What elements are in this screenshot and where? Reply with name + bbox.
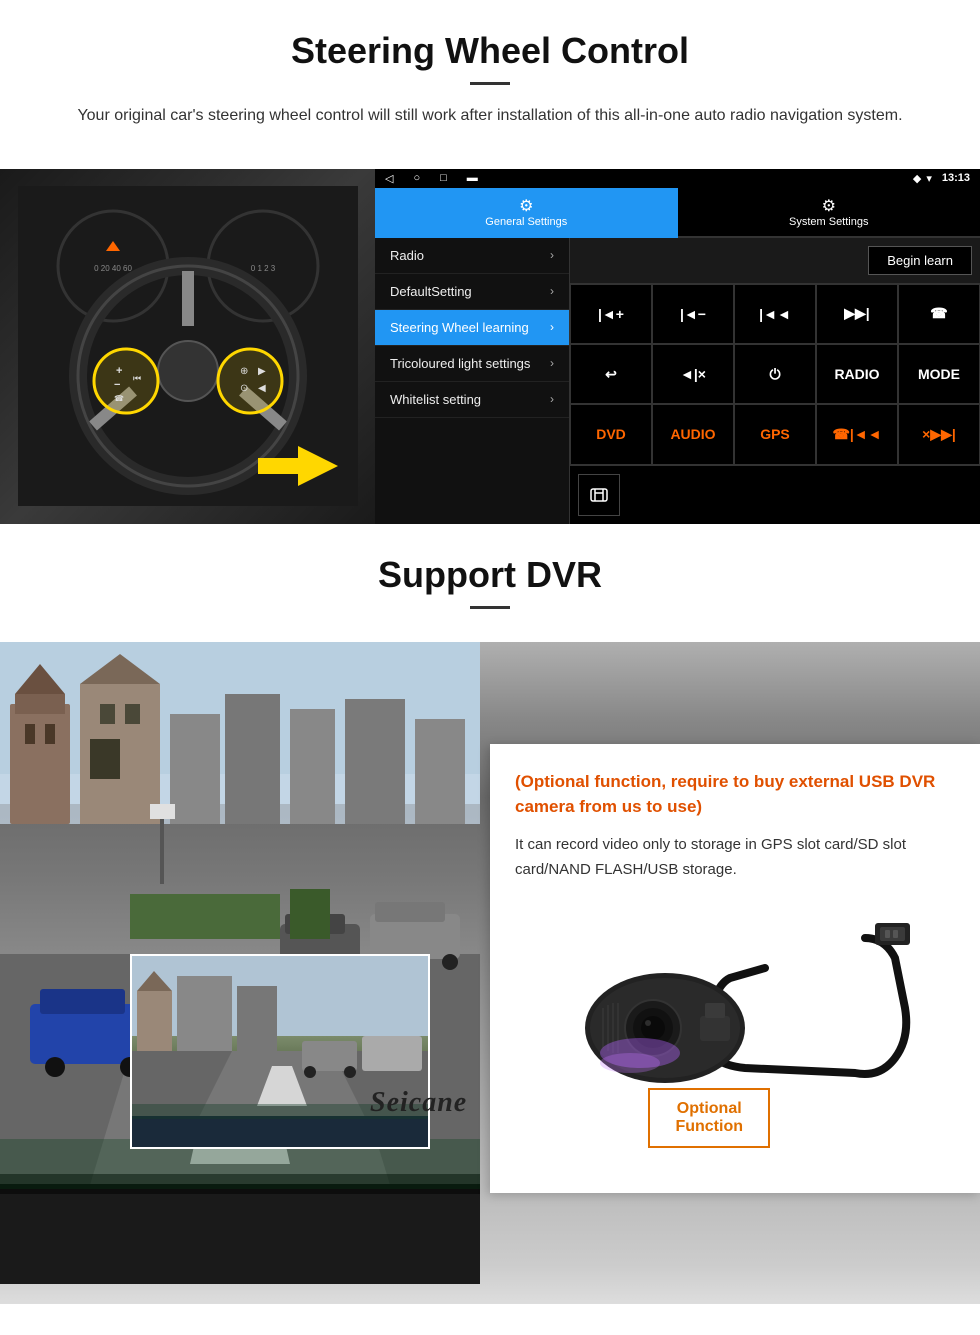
ctrl-phone[interactable]: ☎ bbox=[898, 284, 980, 344]
back-icon[interactable]: ◁ bbox=[385, 172, 393, 185]
menu-steering-label: Steering Wheel learning bbox=[390, 320, 529, 335]
tab-system-label: System Settings bbox=[789, 216, 868, 228]
menu-radio-label: Radio bbox=[390, 248, 424, 263]
recents-icon[interactable]: □ bbox=[440, 172, 447, 184]
ctrl-mute[interactable]: ◄|× bbox=[652, 344, 734, 404]
arrow-icon-whitelist: › bbox=[550, 392, 554, 406]
system-icon: ⚙ bbox=[683, 196, 976, 216]
settings-icon: ⚙ bbox=[380, 196, 673, 216]
ctrl-dvd[interactable]: DVD bbox=[570, 404, 652, 464]
dvr-title: Support DVR bbox=[0, 554, 980, 596]
ctrl-audio[interactable]: AUDIO bbox=[652, 404, 734, 464]
dvr-scene bbox=[0, 604, 480, 1284]
dvr-recording-svg bbox=[132, 956, 430, 1149]
usb-icon bbox=[588, 484, 610, 506]
tab-system-settings[interactable]: ⚙ System Settings bbox=[678, 188, 980, 238]
wifi-icon: ▾ bbox=[926, 172, 932, 185]
ctrl-gps[interactable]: GPS bbox=[734, 404, 816, 464]
svg-text:0 20 40 60: 0 20 40 60 bbox=[94, 264, 132, 273]
arrow-icon-radio: › bbox=[550, 248, 554, 262]
svg-text:+: + bbox=[116, 365, 122, 377]
svg-text:☎: ☎ bbox=[114, 394, 124, 403]
control-grid: |◄+ |◄− |◄◄ ▶▶| ☎ ↩ ◄|× ⏻ RADIO MODE DVD… bbox=[570, 284, 980, 465]
arrow-icon-steering: › bbox=[550, 320, 554, 334]
steering-section: Steering Wheel Control Your original car… bbox=[0, 0, 980, 169]
menu-whitelist-label: Whitelist setting bbox=[390, 392, 481, 407]
menu-item-radio[interactable]: Radio › bbox=[375, 238, 569, 274]
android-tabs: ⚙ General Settings ⚙ System Settings bbox=[375, 188, 980, 238]
svg-text:▶: ▶ bbox=[258, 366, 266, 377]
dvr-info-box: (Optional function, require to buy exter… bbox=[490, 744, 980, 1193]
arrow-icon-default: › bbox=[550, 284, 554, 298]
ctrl-usb[interactable] bbox=[578, 474, 620, 516]
home-icon[interactable]: ○ bbox=[413, 172, 420, 184]
dvr-camera-svg bbox=[545, 908, 925, 1108]
dvr-section: Support DVR bbox=[0, 524, 980, 1304]
dvr-title-area: Support DVR bbox=[0, 524, 980, 642]
ctrl-vol-down[interactable]: |◄− bbox=[652, 284, 734, 344]
signal-icon: ◆ bbox=[913, 172, 921, 185]
ctrl-vol-up[interactable]: |◄+ bbox=[570, 284, 652, 344]
ctrl-power[interactable]: ⏻ bbox=[734, 344, 816, 404]
dvr-screenshot bbox=[130, 954, 430, 1149]
dvr-title-divider bbox=[470, 606, 510, 609]
ctrl-phone-prev[interactable]: ☎|◄◄ bbox=[816, 404, 898, 464]
svg-text:⏮: ⏮ bbox=[133, 373, 141, 383]
tab-general-label: General Settings bbox=[485, 216, 567, 228]
menu-item-steering-wheel[interactable]: Steering Wheel learning › bbox=[375, 310, 569, 346]
page-title: Steering Wheel Control bbox=[40, 30, 940, 72]
optional-function-button[interactable]: Optional Function bbox=[648, 1088, 770, 1148]
android-ui: ◁ ○ □ ▬ ◆ ▾ 13:13 ⚙ General Settings ⚙ S… bbox=[375, 169, 980, 524]
steering-photo: 0 20 40 60 0 1 2 3 + − ⏮ ☎ ⊕ ▶ ⊙ bbox=[0, 169, 375, 524]
menu-tricolour-label: Tricoloured light settings bbox=[390, 356, 530, 371]
begin-learn-row: Begin learn bbox=[570, 238, 980, 284]
status-bar: ◁ ○ □ ▬ ◆ ▾ 13:13 bbox=[375, 169, 980, 188]
arrow-icon-tricolour: › bbox=[550, 356, 554, 370]
begin-learn-button[interactable]: Begin learn bbox=[868, 246, 972, 275]
title-divider bbox=[470, 82, 510, 85]
ctrl-phone-next[interactable]: ×▶▶| bbox=[898, 404, 980, 464]
menu-icon[interactable]: ▬ bbox=[467, 172, 478, 184]
steering-composite: 0 20 40 60 0 1 2 3 + − ⏮ ☎ ⊕ ▶ ⊙ bbox=[0, 169, 980, 524]
steering-subtitle: Your original car's steering wheel contr… bbox=[60, 103, 920, 129]
tab-general-settings[interactable]: ⚙ General Settings bbox=[375, 188, 678, 238]
ctrl-radio[interactable]: RADIO bbox=[816, 344, 898, 404]
menu-left: Radio › DefaultSetting › Steering Wheel … bbox=[375, 238, 570, 524]
svg-text:◀: ◀ bbox=[258, 383, 266, 394]
ctrl-prev-track[interactable]: |◄◄ bbox=[734, 284, 816, 344]
ctrl-hangup[interactable]: ↩ bbox=[570, 344, 652, 404]
dvr-optional-title: (Optional function, require to buy exter… bbox=[515, 769, 955, 820]
status-time: 13:13 bbox=[942, 172, 970, 184]
seicane-logo: Seicane bbox=[370, 1087, 467, 1119]
menu-item-whitelist[interactable]: Whitelist setting › bbox=[375, 382, 569, 418]
svg-text:0 1 2 3: 0 1 2 3 bbox=[250, 264, 275, 273]
ctrl-next-track[interactable]: ▶▶| bbox=[816, 284, 898, 344]
street-scene-svg bbox=[0, 604, 480, 1284]
steering-wheel-svg: 0 20 40 60 0 1 2 3 + − ⏮ ☎ ⊕ ▶ ⊙ bbox=[18, 186, 358, 506]
svg-text:−: − bbox=[114, 379, 120, 391]
menu-item-default[interactable]: DefaultSetting › bbox=[375, 274, 569, 310]
menu-default-label: DefaultSetting bbox=[390, 284, 472, 299]
android-menu: Radio › DefaultSetting › Steering Wheel … bbox=[375, 238, 980, 524]
svg-text:⊙: ⊙ bbox=[240, 383, 248, 394]
svg-text:⊕: ⊕ bbox=[240, 366, 248, 377]
ctrl-mode[interactable]: MODE bbox=[898, 344, 980, 404]
menu-right: Begin learn |◄+ |◄− |◄◄ ▶▶| ☎ ↩ ◄|× ⏻ RA… bbox=[570, 238, 980, 524]
menu-item-tricolour[interactable]: Tricoloured light settings › bbox=[375, 346, 569, 382]
dvr-description: It can record video only to storage in G… bbox=[515, 832, 955, 883]
